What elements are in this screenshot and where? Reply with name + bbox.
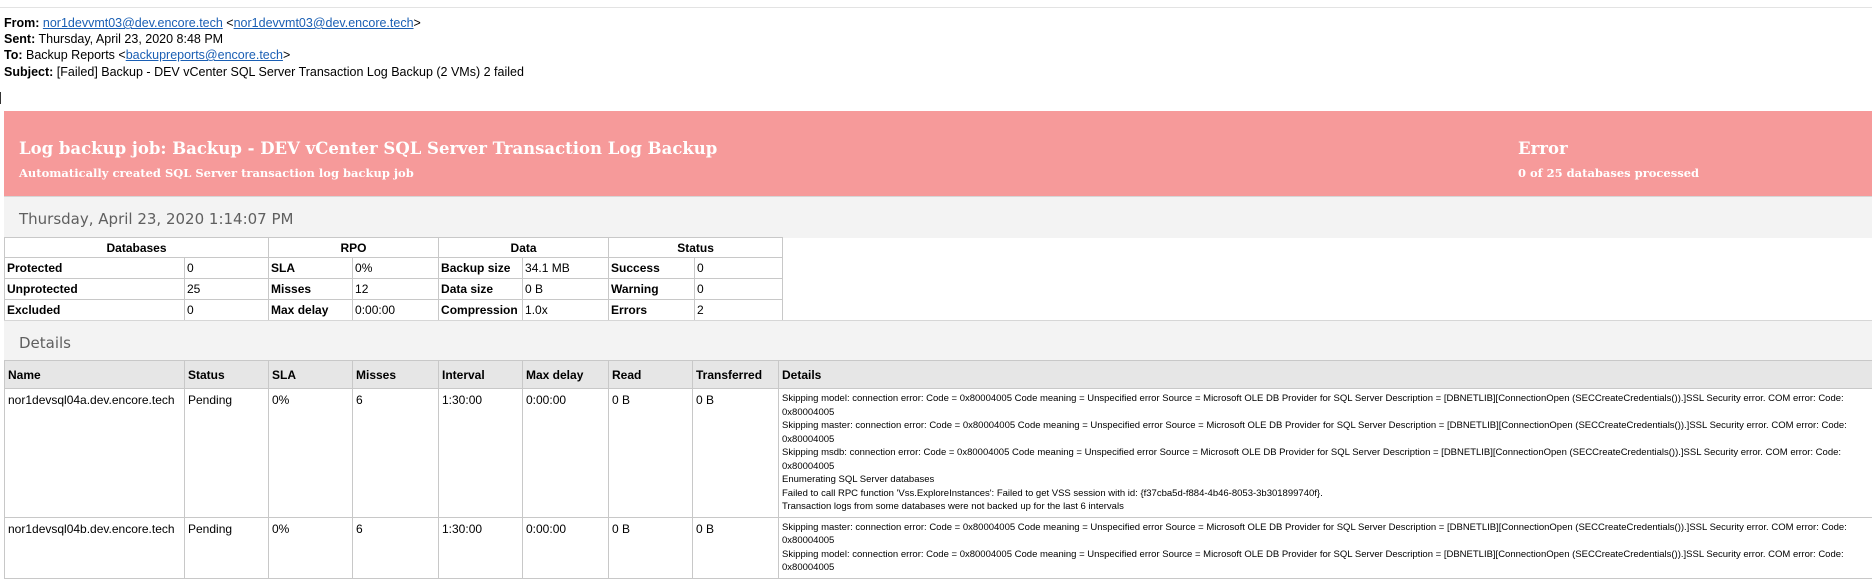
job-title: Log backup job: Backup - DEV vCenter SQL… <box>19 139 717 158</box>
vm-sla: 0% <box>269 389 353 518</box>
summary-key: SLA <box>269 258 353 279</box>
sent-label: Sent: <box>4 32 35 46</box>
details-section-title: Details <box>19 334 71 352</box>
summary-key: Success <box>609 258 695 279</box>
vm-misses: 6 <box>353 389 439 518</box>
column-header-interval: Interval <box>439 361 523 389</box>
vm-sla: 0% <box>269 517 353 578</box>
summary-value: 0 <box>695 279 783 300</box>
summary-key: Excluded <box>5 300 185 321</box>
summary-key: Warning <box>609 279 695 300</box>
table-row: nor1devsql04b.dev.encore.tech Pending 0%… <box>5 517 1872 578</box>
subject-value: [Failed] Backup - DEV vCenter SQL Server… <box>57 65 524 79</box>
from-label: From: <box>4 16 39 30</box>
from-address-link[interactable]: nor1devvmt03@dev.encore.tech <box>43 16 223 30</box>
summary-key: Max delay <box>269 300 353 321</box>
vm-max-delay: 0:00:00 <box>523 389 609 518</box>
sent-line: Sent: Thursday, April 23, 2020 8:48 PM <box>4 31 223 48</box>
log-message: Failed to call RPC function 'Vss.Explore… <box>782 487 1869 501</box>
vm-status: Pending <box>185 517 269 578</box>
log-message: Skipping master: connection error: Code … <box>782 521 1869 548</box>
report-date: Thursday, April 23, 2020 1:14:07 PM <box>19 210 293 228</box>
summary-header-rpo: RPO <box>269 238 439 258</box>
summary-header-data: Data <box>439 238 609 258</box>
table-row: nor1devsql04a.dev.encore.tech Pending 0%… <box>5 389 1872 518</box>
from-address-link-2[interactable]: nor1devvmt03@dev.encore.tech <box>234 16 414 30</box>
summary-row: Unprotected 25 Misses 12 Data size 0 B W… <box>5 279 783 300</box>
log-message: Enumerating SQL Server databases <box>782 473 1869 487</box>
summary-value: 0 <box>695 258 783 279</box>
vm-details-log: Skipping master: connection error: Code … <box>779 517 1872 578</box>
summary-value: 12 <box>353 279 439 300</box>
job-subtitle: Automatically created SQL Server transac… <box>19 166 414 180</box>
column-header-name: Name <box>5 361 185 389</box>
summary-value: 34.1 MB <box>523 258 609 279</box>
summary-value: 0 B <box>523 279 609 300</box>
log-message: Transaction logs from some databases wer… <box>782 500 1869 514</box>
summary-row: Protected 0 SLA 0% Backup size 34.1 MB S… <box>5 258 783 279</box>
summary-key: Protected <box>5 258 185 279</box>
summary-row: Excluded 0 Max delay 0:00:00 Compression… <box>5 300 783 321</box>
to-label: To: <box>4 48 23 62</box>
vm-status: Pending <box>185 389 269 518</box>
log-message: Skipping master: connection error: Code … <box>782 419 1869 446</box>
top-divider <box>0 7 1872 8</box>
text-caret <box>0 92 1 104</box>
vm-read: 0 B <box>609 517 693 578</box>
job-status-banner: Log backup job: Backup - DEV vCenter SQL… <box>4 111 1872 196</box>
to-address-link[interactable]: backupreports@encore.tech <box>126 48 283 62</box>
column-header-misses: Misses <box>353 361 439 389</box>
vm-transferred: 0 B <box>693 517 779 578</box>
vm-details-log: Skipping model: connection error: Code =… <box>779 389 1872 518</box>
summary-key: Errors <box>609 300 695 321</box>
sent-value: Thursday, April 23, 2020 8:48 PM <box>39 32 224 46</box>
report-date-bar: Thursday, April 23, 2020 1:14:07 PM <box>4 196 1872 238</box>
vm-read: 0 B <box>609 389 693 518</box>
to-line: To: Backup Reports <backupreports@encore… <box>4 47 290 64</box>
vm-name: nor1devsql04b.dev.encore.tech <box>5 517 185 578</box>
job-status-detail: 0 of 25 databases processed <box>1518 166 1699 180</box>
vm-transferred: 0 B <box>693 389 779 518</box>
summary-value: 0 <box>185 258 269 279</box>
log-message: Skipping model: connection error: Code =… <box>782 548 1869 575</box>
column-header-read: Read <box>609 361 693 389</box>
vm-interval: 1:30:00 <box>439 389 523 518</box>
summary-key: Data size <box>439 279 523 300</box>
summary-table: Databases RPO Data Status Protected 0 SL… <box>4 237 783 321</box>
summary-key: Backup size <box>439 258 523 279</box>
vm-name: nor1devsql04a.dev.encore.tech <box>5 389 185 518</box>
details-table: Name Status SLA Misses Interval Max dela… <box>4 360 1872 579</box>
vm-max-delay: 0:00:00 <box>523 517 609 578</box>
column-header-status: Status <box>185 361 269 389</box>
column-header-transferred: Transferred <box>693 361 779 389</box>
from-line: From: nor1devvmt03@dev.encore.tech <nor1… <box>4 15 421 32</box>
summary-value: 0 <box>185 300 269 321</box>
job-status: Error <box>1518 139 1568 158</box>
summary-value: 2 <box>695 300 783 321</box>
summary-value: 25 <box>185 279 269 300</box>
summary-header-row: Databases RPO Data Status <box>5 238 783 258</box>
to-name: Backup Reports < <box>26 48 126 62</box>
subject-line: Subject: [Failed] Backup - DEV vCenter S… <box>4 64 524 81</box>
summary-header-databases: Databases <box>5 238 269 258</box>
summary-key: Unprotected <box>5 279 185 300</box>
details-header-row: Name Status SLA Misses Interval Max dela… <box>5 361 1872 389</box>
log-message: Skipping model: connection error: Code =… <box>782 392 1869 419</box>
details-section-bar: Details <box>4 320 1872 361</box>
column-header-max-delay: Max delay <box>523 361 609 389</box>
summary-value: 1.0x <box>523 300 609 321</box>
summary-key: Compression <box>439 300 523 321</box>
column-header-sla: SLA <box>269 361 353 389</box>
log-message: Skipping msdb: connection error: Code = … <box>782 446 1869 473</box>
subject-label: Subject: <box>4 65 53 79</box>
summary-header-status: Status <box>609 238 783 258</box>
summary-value: 0% <box>353 258 439 279</box>
column-header-details: Details <box>779 361 1872 389</box>
summary-key: Misses <box>269 279 353 300</box>
summary-value: 0:00:00 <box>353 300 439 321</box>
vm-misses: 6 <box>353 517 439 578</box>
vm-interval: 1:30:00 <box>439 517 523 578</box>
